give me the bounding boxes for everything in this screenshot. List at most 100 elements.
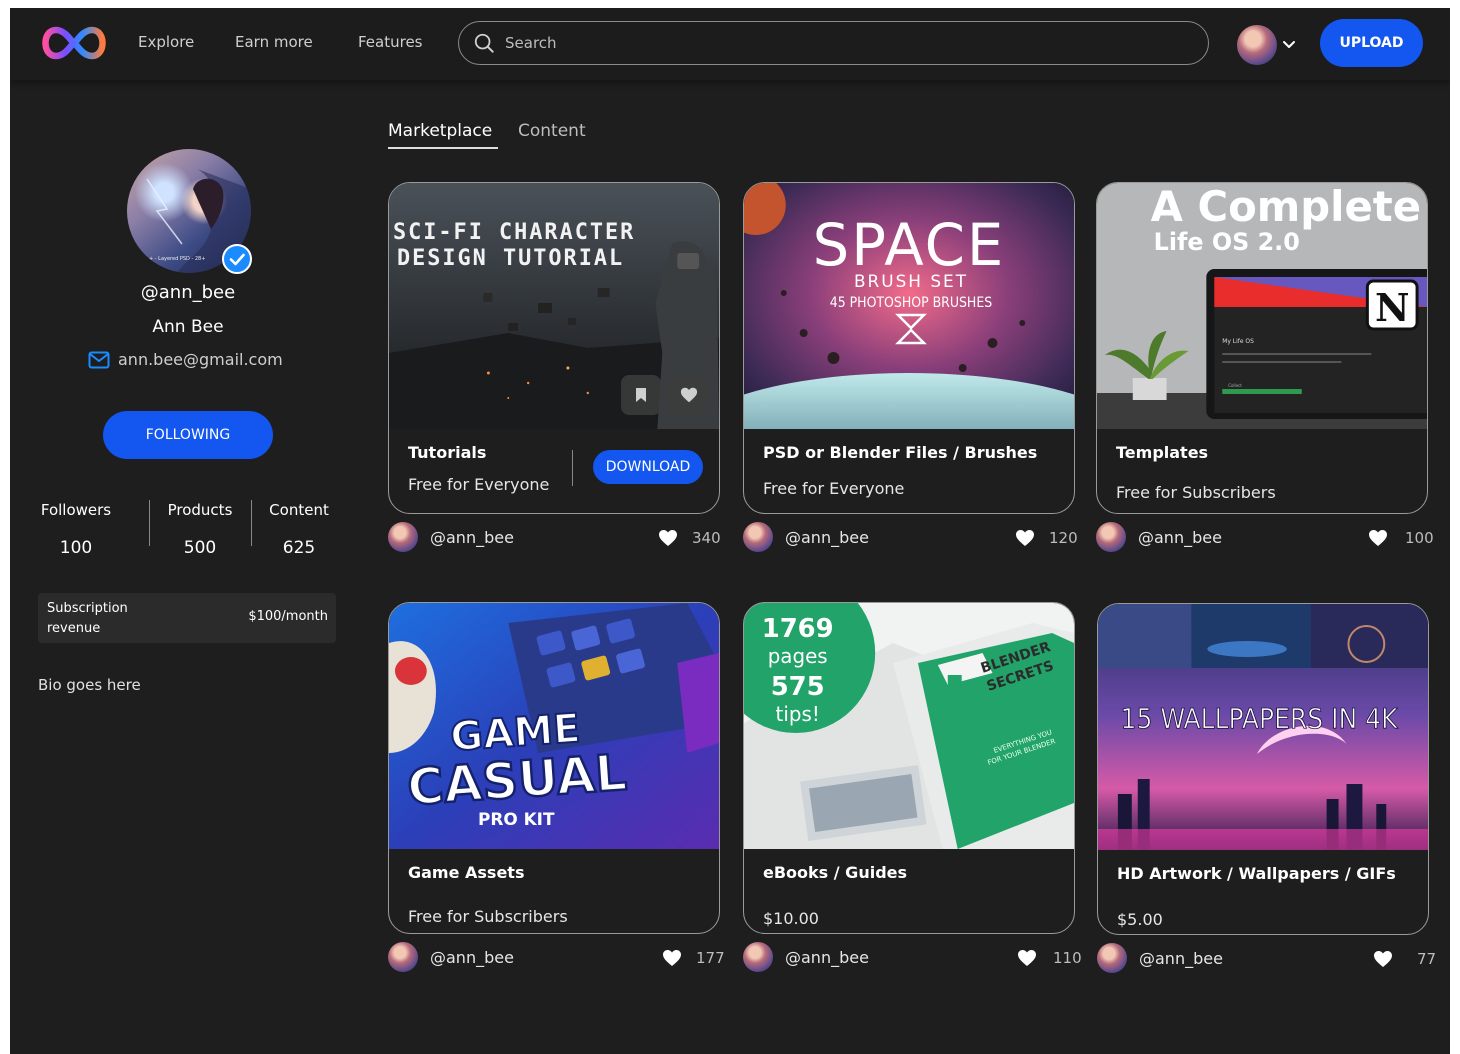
tab-content[interactable]: Content bbox=[518, 121, 586, 141]
following-button[interactable]: FOLLOWING bbox=[103, 411, 273, 459]
author-avatar[interactable] bbox=[1096, 522, 1126, 552]
product-card[interactable]: My Life OS Collect N A Complete Life OS … bbox=[1096, 182, 1428, 514]
art-text: pages bbox=[768, 645, 828, 668]
stat-followers-value: 100 bbox=[59, 538, 93, 558]
heart-icon[interactable] bbox=[1017, 949, 1037, 967]
subscription-label: Subscription revenue bbox=[47, 601, 128, 636]
card-price: Free for Everyone bbox=[763, 479, 905, 498]
subscription-value: $100/month bbox=[248, 609, 328, 624]
product-card[interactable]: GAME CASUAL PRO KIT Game Assets Free for… bbox=[388, 602, 720, 934]
art-text: 45 PHOTOSHOP BRUSHES bbox=[830, 295, 992, 311]
card-category: Game Assets bbox=[408, 863, 525, 882]
card-meta: @ann_bee 100 bbox=[1096, 522, 1436, 554]
card-price: Free for Everyone bbox=[408, 475, 550, 494]
product-image: My Life OS Collect N A Complete Life OS … bbox=[1097, 183, 1427, 429]
card-category: HD Artwork / Wallpapers / GIFs bbox=[1117, 864, 1396, 883]
author-username[interactable]: @ann_bee bbox=[785, 528, 869, 547]
art-text: BRUSH SET bbox=[854, 271, 968, 291]
card-category: PSD or Blender Files / Brushes bbox=[763, 443, 1038, 462]
like-count: 340 bbox=[692, 529, 721, 547]
profile-avatar: + - Layered PSD - 28+ bbox=[127, 149, 252, 274]
nav-earn-more[interactable]: Earn more bbox=[235, 33, 313, 51]
verified-icon bbox=[222, 244, 252, 274]
profile-email[interactable]: ann.bee@gmail.com bbox=[88, 350, 283, 369]
profile-bio: Bio goes here bbox=[38, 676, 141, 694]
heart-icon[interactable] bbox=[658, 529, 678, 547]
heart-icon[interactable] bbox=[662, 949, 682, 967]
product-image: GAME CASUAL PRO KIT bbox=[389, 603, 719, 849]
author-username[interactable]: @ann_bee bbox=[430, 528, 514, 547]
heart-icon[interactable] bbox=[1373, 950, 1393, 968]
app-window: Explore Earn more Features UPLOAD + - La… bbox=[10, 8, 1450, 1054]
like-count: 120 bbox=[1049, 529, 1078, 547]
art-text: A Complete bbox=[1151, 183, 1421, 231]
card-price: $10.00 bbox=[763, 909, 819, 928]
art-text: 575 bbox=[771, 672, 825, 702]
author-avatar[interactable] bbox=[1097, 943, 1127, 973]
heart-icon[interactable] bbox=[1368, 529, 1388, 547]
user-avatar[interactable] bbox=[1237, 25, 1277, 65]
product-card[interactable]: 15 WALLPAPERS IN 4K HD Artwork / Wallpap… bbox=[1097, 603, 1429, 935]
product-card[interactable]: SPACE BRUSH SET 45 PHOTOSHOP BRUSHES PSD… bbox=[743, 182, 1075, 514]
author-avatar[interactable] bbox=[388, 942, 418, 972]
like-count: 177 bbox=[696, 949, 725, 967]
download-button[interactable]: DOWNLOAD bbox=[593, 450, 703, 484]
top-nav: Explore Earn more Features UPLOAD bbox=[10, 8, 1450, 80]
active-tab-indicator bbox=[388, 147, 498, 149]
like-count: 100 bbox=[1405, 529, 1434, 547]
heart-icon bbox=[680, 387, 698, 403]
art-text: SCI-FI CHARACTER bbox=[393, 220, 635, 245]
logo-infinity-icon[interactable] bbox=[38, 22, 110, 64]
card-meta: @ann_bee 177 bbox=[388, 942, 728, 974]
subscription-revenue: Subscription revenue $100/month bbox=[38, 593, 336, 643]
card-category: eBooks / Guides bbox=[763, 863, 908, 882]
card-meta: @ann_bee 340 bbox=[388, 522, 728, 554]
card-category: Tutorials bbox=[408, 443, 487, 462]
search-icon bbox=[474, 33, 494, 53]
card-category: Templates bbox=[1116, 443, 1209, 462]
card-meta: @ann_bee 110 bbox=[743, 942, 1083, 974]
author-username[interactable]: @ann_bee bbox=[430, 948, 514, 967]
mail-icon bbox=[88, 351, 110, 368]
card-price: $5.00 bbox=[1117, 910, 1163, 929]
product-card[interactable]: BLENDER SECRETS EVERYTHING YOU FOR YOUR … bbox=[743, 602, 1075, 934]
heart-icon[interactable] bbox=[1015, 529, 1035, 547]
bookmark-button[interactable] bbox=[621, 375, 661, 415]
art-text: Life OS 2.0 bbox=[1154, 228, 1300, 256]
stat-content-label: Content bbox=[269, 501, 329, 519]
profile-email-text: ann.bee@gmail.com bbox=[118, 350, 283, 369]
profile-username: @ann_bee bbox=[140, 282, 236, 303]
card-price: Free for Subscribers bbox=[1116, 483, 1276, 502]
upload-button[interactable]: UPLOAD bbox=[1320, 19, 1423, 67]
search-input[interactable] bbox=[505, 34, 1185, 52]
stat-content-value: 625 bbox=[282, 538, 316, 558]
art-text: DESIGN TUTORIAL bbox=[397, 246, 624, 271]
nav-explore[interactable]: Explore bbox=[138, 33, 194, 51]
art-text: PRO KIT bbox=[478, 809, 555, 829]
card-price: Free for Subscribers bbox=[408, 907, 568, 926]
like-count: 77 bbox=[1417, 950, 1437, 968]
like-button[interactable] bbox=[669, 375, 709, 415]
art-text: Collect bbox=[1228, 383, 1242, 388]
stat-divider bbox=[149, 500, 150, 546]
card-meta: @ann_bee 120 bbox=[743, 522, 1083, 554]
author-username[interactable]: @ann_bee bbox=[1138, 528, 1222, 547]
stat-products-value: 500 bbox=[183, 538, 217, 558]
author-avatar[interactable] bbox=[743, 522, 773, 552]
product-card[interactable]: SCI-FI CHARACTER DESIGN TUTORIAL Tutoria… bbox=[388, 182, 720, 514]
art-text: SPACE bbox=[813, 211, 1006, 279]
author-avatar[interactable] bbox=[743, 942, 773, 972]
stat-followers-label: Followers bbox=[40, 501, 112, 519]
chevron-down-icon[interactable] bbox=[1282, 37, 1296, 51]
card-meta: @ann_bee 77 bbox=[1097, 943, 1437, 975]
author-username[interactable]: @ann_bee bbox=[1139, 949, 1223, 968]
art-text: tips! bbox=[776, 703, 820, 726]
tab-marketplace[interactable]: Marketplace bbox=[388, 121, 492, 141]
nav-features[interactable]: Features bbox=[358, 33, 423, 51]
card-divider bbox=[572, 450, 573, 486]
author-username[interactable]: @ann_bee bbox=[785, 948, 869, 967]
search-bar[interactable] bbox=[458, 21, 1209, 65]
author-avatar[interactable] bbox=[388, 522, 418, 552]
stat-products-label: Products bbox=[167, 501, 233, 519]
product-image: 15 WALLPAPERS IN 4K bbox=[1098, 604, 1428, 850]
